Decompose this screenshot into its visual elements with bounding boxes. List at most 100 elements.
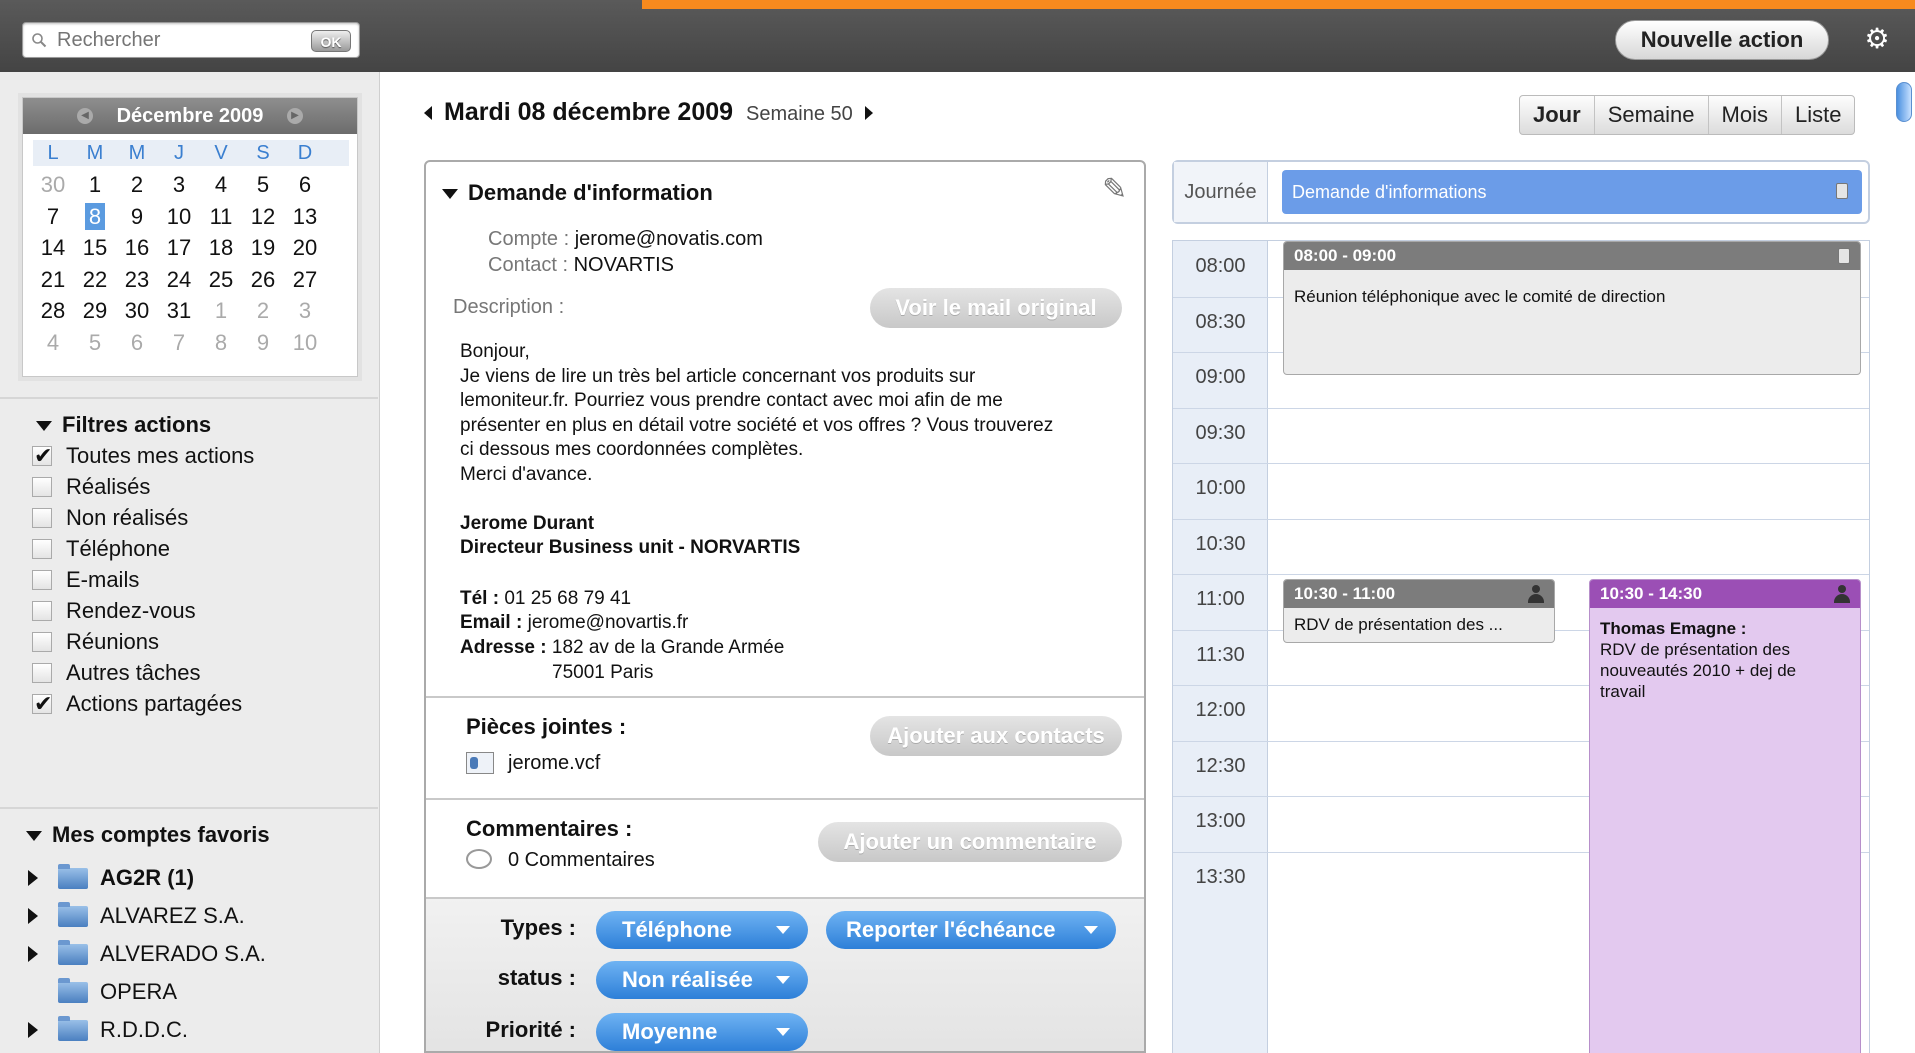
scrollbar-handle[interactable] (1896, 82, 1912, 122)
account-row: Compte : jerome@novatis.com (488, 228, 763, 251)
comments-count[interactable]: 0 Commentaires (508, 849, 655, 872)
time-slot-label: 13:00 (1195, 810, 1246, 832)
account-value: jerome@novatis.com (574, 228, 763, 250)
postpone-label: Reporter l'échéance (846, 917, 1056, 942)
calendar-day[interactable]: 12 (243, 202, 283, 232)
calendar-day[interactable]: 28 (33, 296, 73, 326)
types-label: Types : (500, 915, 576, 940)
next-month-icon[interactable]: ▶ (287, 108, 303, 124)
calendar-day[interactable]: 25 (201, 265, 241, 295)
calendar-day[interactable]: 1 (201, 296, 241, 326)
calendar-day[interactable]: 23 (117, 265, 157, 295)
checkbox[interactable] (32, 689, 52, 719)
checkbox[interactable] (32, 601, 52, 621)
calendar-day[interactable]: 30 (33, 170, 73, 200)
tab-week[interactable]: Semaine (1595, 96, 1709, 134)
calendar-day[interactable]: 10 (285, 328, 325, 358)
calendar-day[interactable]: 20 (285, 233, 325, 263)
gear-icon[interactable]: ⚙ (1862, 24, 1892, 54)
calendar-day[interactable]: 14 (33, 233, 73, 263)
calendar-day[interactable]: 31 (159, 296, 199, 326)
checkbox[interactable] (32, 441, 52, 471)
prev-day-icon[interactable] (424, 106, 432, 121)
time-grid: 08:00 08:30 09:00 09:30 10:00 10:30 11:00 11:30… (1172, 240, 1870, 1053)
calendar-day[interactable]: 11 (201, 202, 241, 232)
add-comment-button[interactable]: Ajouter un commentaire (818, 822, 1122, 862)
tab-list[interactable]: Liste (1782, 96, 1854, 134)
divider (426, 798, 1144, 800)
detail-title[interactable]: Demande d'information (442, 180, 713, 206)
calendar-day[interactable]: 1 (75, 170, 115, 200)
add-to-contacts-button[interactable]: Ajouter aux contacts (870, 716, 1122, 756)
calendar-day[interactable]: 8 (201, 328, 241, 358)
calendar-day[interactable]: 13 (285, 202, 325, 232)
status-dropdown[interactable]: Non réalisée (596, 961, 808, 999)
calendar-day[interactable]: 30 (117, 296, 157, 326)
calendar-day[interactable]: 8 (75, 202, 115, 232)
checkbox[interactable] (32, 663, 52, 683)
all-day-event[interactable]: Demande d'informations (1282, 170, 1862, 214)
view-original-mail-button[interactable]: Voir le mail original (870, 288, 1122, 328)
action-detail-panel: Demande d'information ✎ Compte : jerome@… (424, 160, 1146, 1053)
next-day-icon[interactable] (864, 106, 873, 121)
calendar-day[interactable]: 6 (117, 328, 157, 358)
calendar-day[interactable]: 5 (243, 170, 283, 200)
calendar-day[interactable]: 27 (285, 265, 325, 295)
calendar-day[interactable]: 2 (117, 170, 157, 200)
calendar-day[interactable]: 2 (243, 296, 283, 326)
calendar-day[interactable]: 6 (285, 170, 325, 200)
calendar-event[interactable]: 08:00 - 09:00 Réunion téléphonique avec … (1283, 241, 1861, 375)
calendar-day[interactable]: 4 (33, 328, 73, 358)
priority-dropdown[interactable]: Moyenne (596, 1013, 808, 1051)
search-box[interactable]: OK (22, 22, 360, 58)
calendar-day[interactable]: 3 (159, 170, 199, 200)
checkbox[interactable] (32, 477, 52, 497)
expand-icon[interactable] (28, 946, 38, 962)
calendar-day[interactable]: 18 (201, 233, 241, 263)
folder-icon (58, 940, 88, 965)
pencil-icon[interactable]: ✎ (1102, 172, 1136, 206)
search-input[interactable] (57, 29, 297, 51)
calendar-day[interactable]: 16 (117, 233, 157, 263)
calendar-day[interactable]: 24 (159, 265, 199, 295)
favorites-title[interactable]: Mes comptes favoris (26, 822, 270, 848)
calendar-day[interactable]: 9 (243, 328, 283, 358)
postpone-dropdown[interactable]: Reporter l'échéance (826, 911, 1116, 949)
expand-icon[interactable] (28, 908, 38, 924)
calendar-day[interactable]: 7 (159, 328, 199, 358)
search-ok-button[interactable]: OK (311, 30, 351, 52)
attachment-link[interactable]: jerome.vcf (508, 752, 600, 775)
checkbox[interactable] (32, 632, 52, 652)
tab-month[interactable]: Mois (1709, 96, 1782, 134)
calendar-day[interactable]: 7 (33, 202, 73, 232)
calendar-day[interactable]: 29 (75, 296, 115, 326)
calendar-day[interactable]: 22 (75, 265, 115, 295)
calendar-day[interactable]: 10 (159, 202, 199, 232)
filters-title[interactable]: Filtres actions (36, 412, 211, 438)
slot-divider (1173, 574, 1869, 575)
body-line: ci dessous mes coordonnées complètes. (460, 439, 804, 461)
prev-month-icon[interactable]: ◀ (77, 108, 93, 124)
calendar-day[interactable]: 3 (285, 296, 325, 326)
calendar-day[interactable]: 9 (117, 202, 157, 232)
calendar-day[interactable]: 15 (75, 233, 115, 263)
type-dropdown[interactable]: Téléphone (596, 911, 808, 949)
calendar-event[interactable]: 10:30 - 11:00 RDV de présentation des ..… (1283, 579, 1555, 643)
calendar-day[interactable]: 17 (159, 233, 199, 263)
calendar-day[interactable]: 19 (243, 233, 283, 263)
description-label: Description : (453, 296, 565, 318)
calendar-day[interactable]: 5 (75, 328, 115, 358)
checkbox[interactable] (32, 570, 52, 590)
tab-day[interactable]: Jour (1520, 96, 1595, 134)
new-action-button[interactable]: Nouvelle action (1615, 20, 1829, 60)
week-label: Semaine 50 (746, 103, 853, 125)
filter-label: Téléphone (66, 536, 170, 561)
calendar-event[interactable]: 10:30 - 14:30 Thomas Emagne : RDV de pré… (1589, 579, 1861, 1053)
checkbox[interactable] (32, 508, 52, 528)
calendar-day[interactable]: 21 (33, 265, 73, 295)
expand-icon[interactable] (28, 870, 38, 886)
calendar-day[interactable]: 4 (201, 170, 241, 200)
expand-icon[interactable] (28, 1022, 38, 1038)
calendar-day[interactable]: 26 (243, 265, 283, 295)
checkbox[interactable] (32, 539, 52, 559)
